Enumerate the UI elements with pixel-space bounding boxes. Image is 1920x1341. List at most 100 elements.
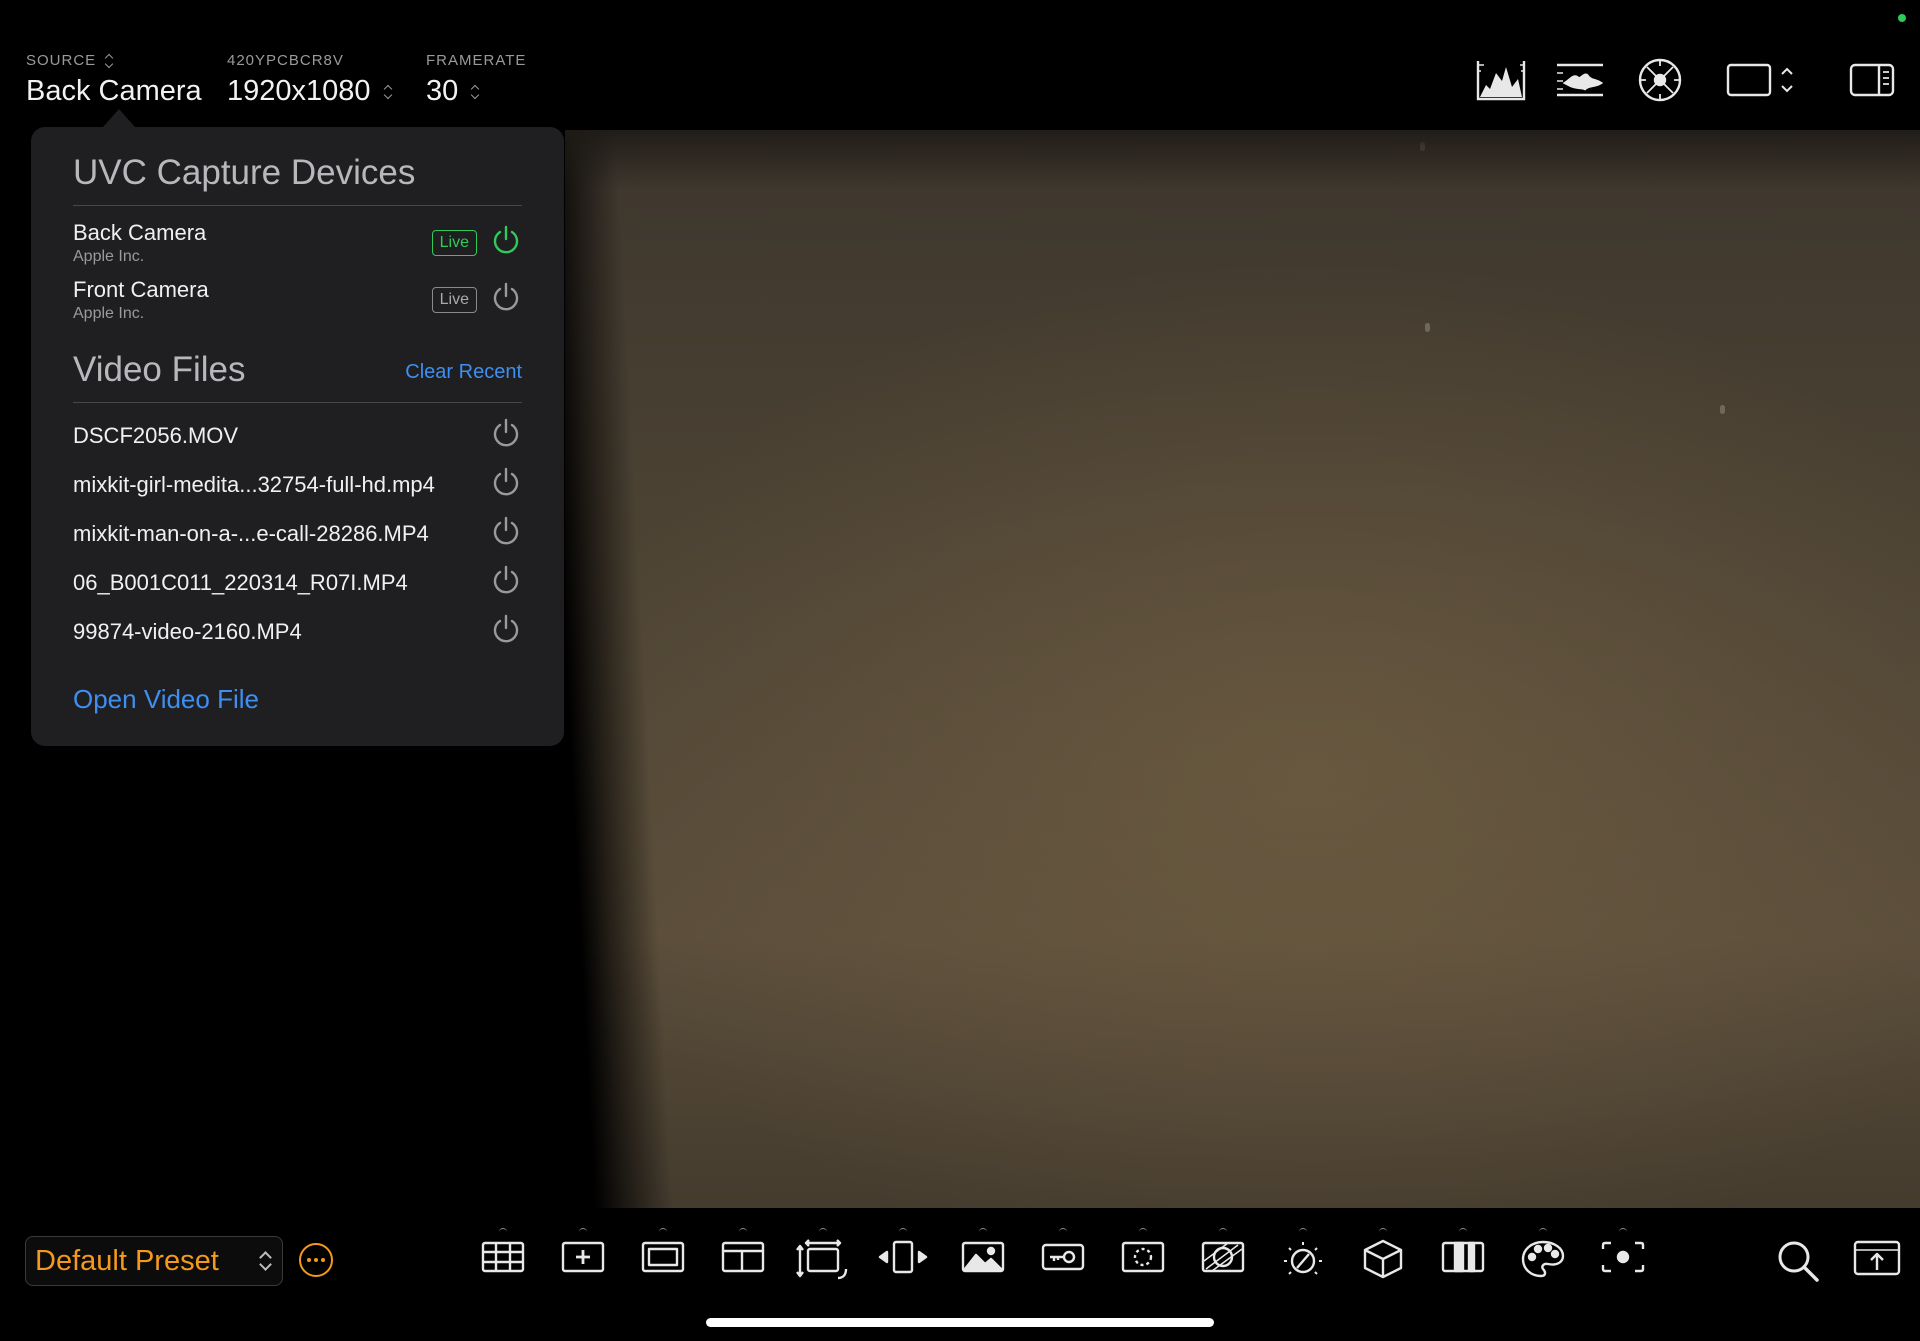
caret-icon — [979, 1228, 987, 1233]
image-overlay-icon — [961, 1241, 1005, 1273]
video-preview[interactable] — [565, 130, 1920, 1208]
source-selector[interactable]: SOURCE Back Camera — [26, 52, 202, 108]
caret-icon — [819, 1228, 827, 1233]
open-video-file-button[interactable]: Open Video File — [73, 684, 259, 715]
device-maker: Apple Inc. — [73, 247, 145, 265]
framerate-value: 30 — [426, 75, 459, 107]
sidebar-toggle-button[interactable] — [1848, 56, 1896, 104]
more-options-button[interactable] — [299, 1243, 333, 1277]
frame-guide-button[interactable] — [635, 1228, 691, 1298]
device-row-front-camera[interactable]: Front Camera Apple Inc. Live — [73, 271, 522, 328]
caret-icon — [659, 1228, 667, 1233]
lut-cube-button[interactable] — [1355, 1228, 1411, 1298]
transform-icon — [796, 1239, 848, 1280]
video-file-row[interactable]: 99874-video-2160.MP4 — [73, 607, 522, 656]
caret-icon — [579, 1228, 587, 1233]
caret-icon — [499, 1228, 507, 1233]
power-button[interactable] — [490, 281, 522, 318]
video-file-row[interactable]: mixkit-girl-medita...32754-full-hd.mp4 — [73, 460, 522, 509]
video-file-row[interactable]: mixkit-man-on-a-...e-call-28286.MP4 — [73, 509, 522, 558]
video-file-name: DSCF2056.MOV — [73, 422, 239, 448]
caret-icon — [739, 1228, 747, 1233]
source-caption: SOURCE — [26, 52, 97, 69]
caret-icon — [1619, 1228, 1627, 1233]
power-button[interactable] — [490, 417, 522, 454]
sidebar-toggle-icon — [1849, 63, 1895, 97]
zebra-button[interactable] — [1435, 1228, 1491, 1298]
live-badge[interactable]: Live — [431, 286, 477, 313]
caret-icon — [1459, 1228, 1467, 1233]
dust-speck — [1420, 142, 1425, 151]
format-selector[interactable]: 420YPCBCR8V 1920x1080 — [227, 52, 394, 108]
spot-meter-icon — [1601, 1241, 1645, 1273]
dust-speck — [1720, 405, 1725, 414]
device-name: Back Camera — [73, 219, 207, 245]
safe-area-icon — [721, 1241, 765, 1273]
transform-button[interactable] — [795, 1228, 851, 1298]
video-file-list: DSCF2056.MOV mixkit-girl-medita...32754-… — [73, 411, 522, 656]
ellipsis-dot — [321, 1258, 325, 1262]
format-caption: 420YPCBCR8V — [227, 52, 344, 69]
aspect-ratio-button[interactable] — [1726, 56, 1798, 104]
grid-button[interactable] — [475, 1228, 531, 1298]
video-file-row[interactable]: DSCF2056.MOV — [73, 411, 522, 460]
video-files-title: Video Files — [73, 350, 246, 389]
power-icon — [493, 565, 519, 594]
share-button[interactable] — [1849, 1238, 1905, 1308]
preset-selector[interactable]: Default Preset — [25, 1236, 283, 1286]
home-indicator — [706, 1318, 1214, 1327]
ellipsis-dot — [307, 1258, 311, 1262]
power-button[interactable] — [490, 564, 522, 601]
waveform-button[interactable] — [1555, 56, 1605, 104]
false-color-button[interactable] — [1195, 1228, 1251, 1298]
power-button[interactable] — [490, 466, 522, 503]
exposure-icon — [1284, 1242, 1322, 1275]
clear-recent-button[interactable]: Clear Recent — [405, 361, 522, 384]
framerate-selector[interactable]: FRAMERATE 30 — [426, 52, 526, 108]
device-name: Front Camera — [73, 276, 209, 302]
histogram-icon — [1476, 61, 1526, 101]
focus-peaking-icon — [1121, 1241, 1165, 1273]
preset-chevron-icon — [258, 1251, 272, 1271]
caret-icon — [1139, 1228, 1147, 1233]
false-color-icon — [1201, 1241, 1245, 1273]
safe-area-button[interactable] — [715, 1228, 771, 1298]
grid-icon — [481, 1241, 525, 1273]
search-button[interactable] — [1770, 1238, 1826, 1308]
device-maker: Apple Inc. — [73, 304, 145, 322]
histogram-button[interactable] — [1476, 56, 1526, 104]
key-icon — [1041, 1243, 1085, 1271]
power-button[interactable] — [490, 224, 522, 261]
power-button[interactable] — [490, 515, 522, 552]
crosshair-icon — [561, 1241, 605, 1273]
vectorscope-button[interactable] — [1635, 56, 1685, 104]
focus-peaking-button[interactable] — [1115, 1228, 1171, 1298]
video-file-row[interactable]: 06_B001C011_220314_R07I.MP4 — [73, 558, 522, 607]
framerate-chevron-icon — [470, 84, 481, 100]
power-icon — [493, 614, 519, 643]
key-button[interactable] — [1035, 1228, 1091, 1298]
spot-meter-button[interactable] — [1595, 1228, 1651, 1298]
crosshair-button[interactable] — [555, 1228, 611, 1298]
popover-arrow — [103, 109, 135, 127]
flip-button[interactable] — [875, 1228, 931, 1298]
palette-button[interactable] — [1515, 1228, 1571, 1298]
video-files-header: Video Files Clear Recent — [73, 350, 522, 403]
video-file-name: 99874-video-2160.MP4 — [73, 618, 302, 644]
power-icon — [493, 225, 519, 254]
frame-guide-icon — [641, 1241, 685, 1273]
live-badge[interactable]: Live — [431, 229, 477, 256]
framerate-caption: FRAMERATE — [426, 52, 527, 69]
share-icon — [1853, 1240, 1901, 1276]
image-overlay-button[interactable] — [955, 1228, 1011, 1298]
power-button[interactable] — [490, 613, 522, 650]
ellipsis-dot — [314, 1258, 318, 1262]
format-value: 1920x1080 — [227, 75, 371, 107]
power-icon — [493, 467, 519, 496]
device-row-back-camera[interactable]: Back Camera Apple Inc. Live — [73, 214, 522, 271]
exposure-button[interactable] — [1275, 1228, 1331, 1298]
dust-speck — [1425, 323, 1430, 332]
zebra-icon — [1441, 1241, 1485, 1273]
palette-icon — [1521, 1240, 1565, 1278]
waveform-icon — [1557, 63, 1604, 97]
